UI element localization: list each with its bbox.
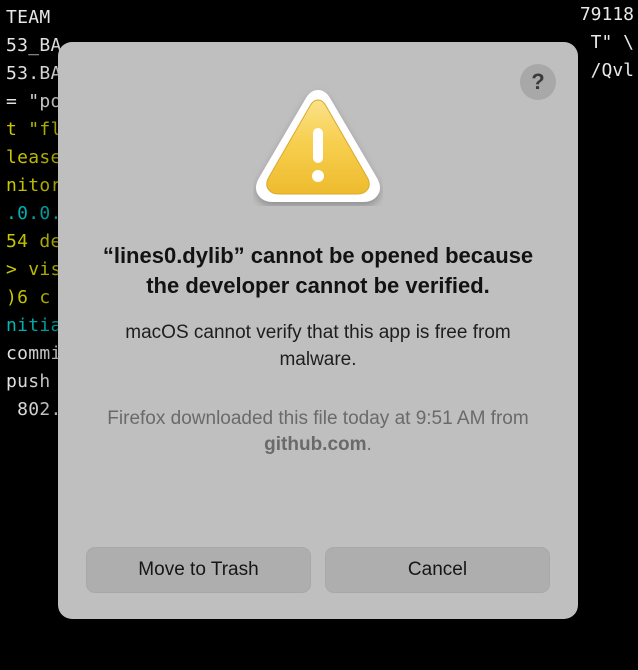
terminal-fragment: T" \ <box>591 32 634 53</box>
gatekeeper-dialog: ? “lines0.dylib” cannot be opened <box>58 42 578 619</box>
help-button[interactable]: ? <box>520 64 556 100</box>
detail-suffix: . <box>367 434 372 455</box>
cancel-button[interactable]: Cancel <box>325 547 550 593</box>
move-to-trash-button[interactable]: Move to Trash <box>86 547 311 593</box>
terminal-fragment: 79118 <box>580 4 634 25</box>
dialog-detail: Firefox downloaded this file today at 9:… <box>86 406 550 459</box>
terminal-fragment: /Qvl <box>591 60 634 81</box>
dialog-subtitle: macOS cannot verify that this app is fre… <box>86 320 550 373</box>
detail-domain: github.com <box>264 434 366 455</box>
dialog-title: “lines0.dylib” cannot be opened because … <box>86 241 550 300</box>
help-icon-label: ? <box>531 69 544 95</box>
terminal-line: TEAM <box>6 4 632 32</box>
warning-icon <box>253 86 383 211</box>
dialog-button-row: Move to Trash Cancel <box>86 547 550 593</box>
detail-prefix: Firefox downloaded this file today at 9:… <box>107 408 528 429</box>
